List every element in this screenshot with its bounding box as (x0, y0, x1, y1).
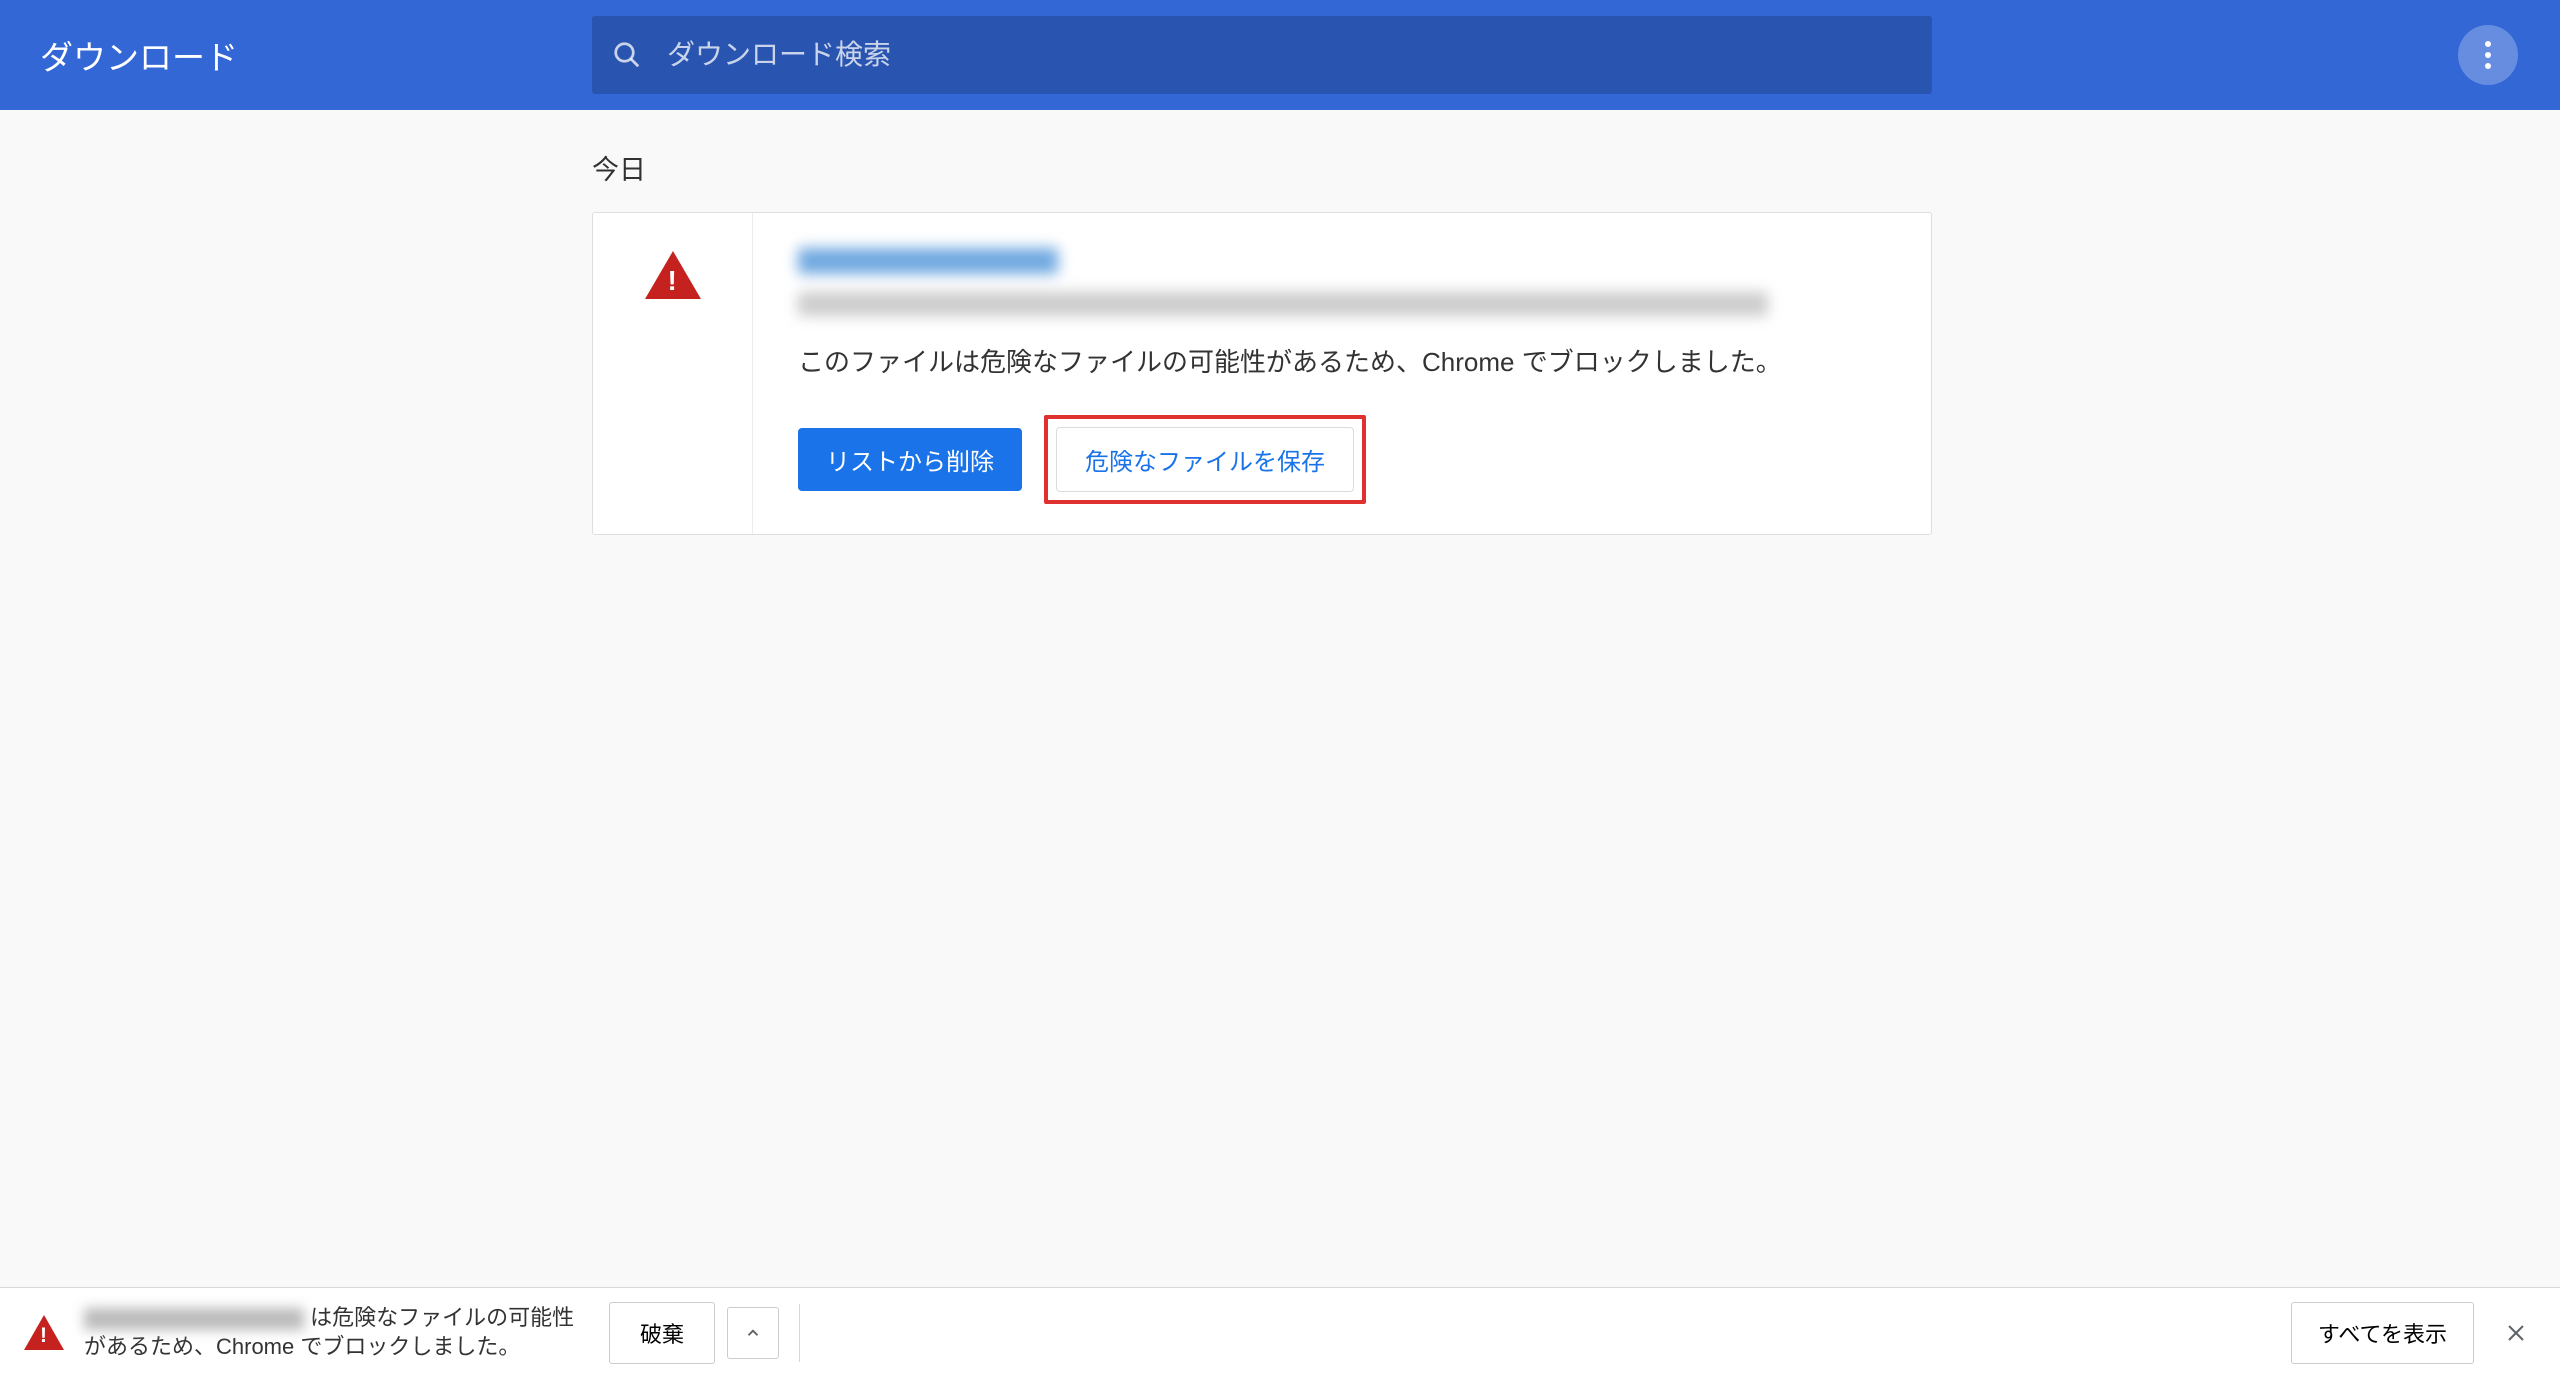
show-all-button[interactable]: すべてを表示 (2291, 1302, 2474, 1364)
page-title: ダウンロード (40, 31, 238, 79)
date-group-label: 今日 (592, 148, 2560, 187)
more-vert-icon (2485, 41, 2491, 69)
download-filename (798, 248, 1058, 274)
shelf-item-menu-button[interactable] (727, 1307, 779, 1359)
download-shelf: は危険なファイルの可能性があるため、Chrome でブロックしました。 破棄 す… (0, 1287, 2560, 1377)
card-body: このファイルは危険なファイルの可能性があるため、Chrome でブロックしました… (753, 213, 1931, 534)
app-header: ダウンロード (0, 0, 2560, 110)
card-actions: リストから削除 危険なファイルを保存 (798, 415, 1891, 504)
remove-from-list-button[interactable]: リストから削除 (798, 428, 1022, 491)
shelf-warning-icon (24, 1315, 64, 1350)
search-icon (612, 40, 642, 70)
download-url (798, 292, 1768, 316)
warning-message: このファイルは危険なファイルの可能性があるため、Chrome でブロックしました… (798, 344, 1891, 380)
search-input[interactable] (667, 39, 1912, 71)
chevron-up-icon (744, 1324, 762, 1342)
shelf-warning-text: は危険なファイルの可能性があるため、Chrome でブロックしました。 (84, 1304, 594, 1361)
highlight-annotation: 危険なファイルを保存 (1044, 415, 1366, 504)
download-item-card: このファイルは危険なファイルの可能性があるため、Chrome でブロックしました… (592, 212, 1932, 535)
more-menu-button[interactable] (2458, 25, 2518, 85)
card-icon-column (593, 213, 753, 534)
close-icon (2504, 1321, 2528, 1345)
divider (799, 1304, 800, 1362)
close-shelf-button[interactable] (2496, 1313, 2536, 1353)
keep-dangerous-file-button[interactable]: 危険なファイルを保存 (1056, 427, 1354, 492)
search-container[interactable] (592, 16, 1932, 94)
discard-button[interactable]: 破棄 (609, 1302, 715, 1364)
main-content: 今日 このファイルは危険なファイルの可能性があるため、Chrome でブロックし… (0, 110, 2560, 535)
warning-icon (645, 251, 701, 299)
shelf-filename (84, 1308, 304, 1330)
